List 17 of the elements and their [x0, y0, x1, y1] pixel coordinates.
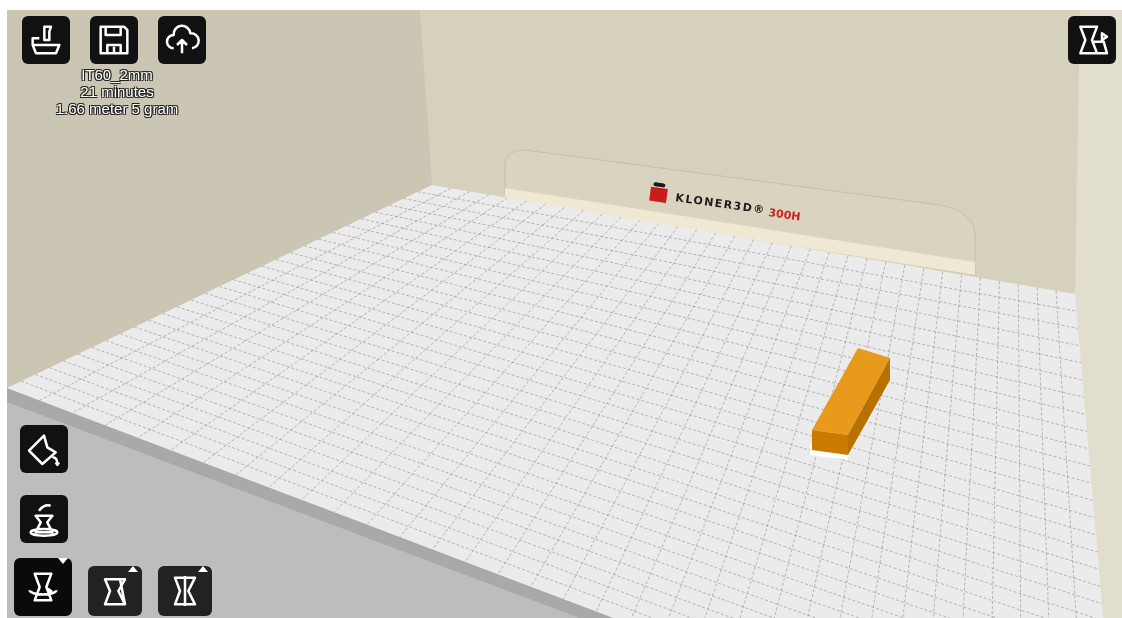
print-button[interactable] [22, 16, 70, 64]
scale-button[interactable] [88, 566, 142, 616]
reset-rotation-button[interactable] [20, 495, 68, 543]
dropdown-triangle-icon [198, 566, 208, 572]
save-button[interactable] [90, 16, 138, 64]
printer-logo-icon [649, 182, 668, 203]
upload-button[interactable] [158, 16, 206, 64]
print-time: 21 minutes [80, 83, 154, 100]
dropdown-triangle-icon [58, 558, 68, 564]
rotate-button[interactable] [14, 558, 72, 616]
lay-flat-button[interactable] [20, 425, 68, 473]
profile-name: IT60_2mm [81, 66, 153, 83]
dropdown-triangle-icon [128, 566, 138, 572]
material-usage: 1.66 meter 5 gram [55, 100, 179, 117]
view-mode-button[interactable] [1068, 16, 1116, 64]
mirror-button[interactable] [158, 566, 212, 616]
printer-model: 300H [767, 206, 802, 224]
